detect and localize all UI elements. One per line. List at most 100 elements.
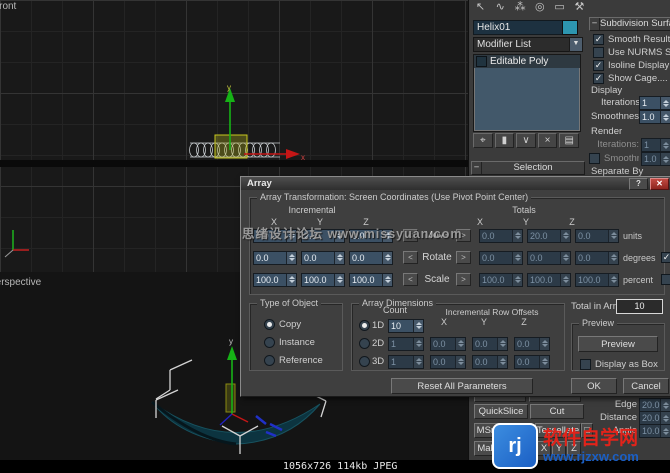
- gizmo-plane-handle[interactable]: [214, 134, 248, 159]
- move-tot-y-field: 20.0: [527, 228, 571, 243]
- reference-radio[interactable]: [264, 354, 275, 366]
- scale-label: Scale: [424, 274, 450, 285]
- display-smoothness-label: Smoothness:: [591, 111, 647, 122]
- selection-rollout-header[interactable]: − Selection: [471, 161, 585, 175]
- smooth-result-checkbox[interactable]: ✓: [593, 33, 604, 45]
- object-color-swatch[interactable]: [562, 20, 578, 35]
- site-name: 软件自学网: [543, 428, 639, 449]
- show-cage-row: ✓ Show Cage....: [593, 72, 670, 84]
- modifier-stack[interactable]: Editable Poly: [473, 54, 581, 132]
- scale-inc-z-field[interactable]: 100.0: [349, 272, 393, 287]
- stack-item-label: Editable Poly: [490, 56, 549, 67]
- distance-field[interactable]: 20.0: [639, 411, 670, 425]
- ok-button[interactable]: OK: [571, 378, 617, 394]
- isoline-display-checkbox[interactable]: ✓: [593, 59, 604, 71]
- stack-item-editable-poly[interactable]: Editable Poly: [474, 55, 580, 68]
- remove-modifier-icon[interactable]: ×: [537, 133, 558, 148]
- smooth-result-label: Smooth Result: [608, 33, 670, 45]
- gizmo-plane-handle[interactable]: [225, 383, 236, 413]
- site-logo: rj: [492, 423, 538, 469]
- dialog-title-bar[interactable]: Array ? ✕: [241, 177, 670, 190]
- object-name-field[interactable]: Helix01: [473, 20, 565, 35]
- help-button[interactable]: ?: [629, 177, 648, 190]
- display-smoothness-field[interactable]: 1.0: [639, 110, 670, 124]
- spinner[interactable]: [660, 412, 670, 424]
- motion-tab-icon[interactable]: ◎: [531, 0, 548, 15]
- close-icon[interactable]: ✕: [650, 177, 669, 190]
- preview-group: Preview Preview Display as Box: [571, 318, 665, 371]
- modifier-list-label: Modifier List: [477, 39, 531, 50]
- 1d-count-field[interactable]: 10: [388, 318, 424, 333]
- instance-radio[interactable]: [264, 336, 275, 348]
- chevron-down-icon[interactable]: ▼: [569, 37, 583, 52]
- 2d-radio[interactable]: [359, 338, 370, 349]
- rotate-inc-x-field[interactable]: 0.0: [253, 250, 297, 265]
- helix-mesh: [151, 401, 321, 445]
- collapse-icon[interactable]: −: [472, 162, 482, 174]
- scale-row: 100.0 100.0 100.0 < Scale > 100.0 100.0 …: [253, 272, 670, 287]
- spinner[interactable]: [660, 97, 670, 109]
- use-nurms-checkbox[interactable]: [593, 46, 604, 58]
- display-as-box-checkbox[interactable]: [580, 358, 591, 370]
- collapse-icon[interactable]: −: [590, 18, 600, 30]
- render-smoothness-row: Smoothness:: [589, 152, 639, 164]
- helix-object-front[interactable]: y x: [168, 82, 308, 164]
- offset-y-header: Y: [480, 317, 487, 327]
- make-unique-icon[interactable]: ∨: [516, 133, 536, 148]
- rotate-inc-z-field[interactable]: 0.0: [349, 250, 393, 265]
- offsets-header: Incremental Row Offsets: [445, 307, 539, 317]
- tot-x-header: X: [476, 217, 483, 227]
- spinner[interactable]: [382, 273, 392, 286]
- scale-left-arrow-button[interactable]: <: [403, 273, 418, 286]
- display-iterations-field[interactable]: 1: [639, 96, 670, 110]
- edge-field[interactable]: 20.0: [639, 398, 670, 412]
- spinner[interactable]: [660, 425, 670, 437]
- render-smoothness-checkbox[interactable]: [589, 152, 600, 164]
- modifier-list-dropdown[interactable]: Modifier List ▼: [473, 37, 583, 52]
- configure-modifier-sets-icon[interactable]: ▤: [559, 133, 579, 148]
- cut-button[interactable]: Cut: [530, 404, 584, 419]
- 3d-radio[interactable]: [359, 356, 370, 367]
- spinner: [608, 229, 618, 242]
- pin-stack-icon[interactable]: ⌖: [473, 133, 493, 148]
- utilities-tab-icon[interactable]: ⚒: [571, 0, 588, 15]
- angle-field[interactable]: 10.0: [639, 424, 670, 438]
- 1d-radio[interactable]: [359, 320, 370, 331]
- rotate-left-arrow-button[interactable]: <: [403, 251, 418, 264]
- spinner[interactable]: [286, 273, 296, 286]
- subdivision-surface-rollout-header[interactable]: − Subdivision Surface: [589, 17, 670, 31]
- rotate-inc-y-field[interactable]: 0.0: [301, 250, 345, 265]
- uniform-checkbox[interactable]: [661, 274, 670, 285]
- dialog-title: Array: [247, 178, 272, 189]
- quickslice-button[interactable]: QuickSlice: [474, 404, 528, 419]
- reset-all-parameters-button[interactable]: Reset All Parameters: [391, 378, 533, 394]
- spinner[interactable]: [334, 273, 344, 286]
- rotate-right-arrow-button[interactable]: >: [456, 251, 471, 264]
- hierarchy-tab-icon[interactable]: ⁂: [512, 0, 529, 15]
- selection-rollout-label: Selection: [513, 162, 553, 173]
- display-tab-icon[interactable]: ▭: [551, 0, 568, 15]
- array-dialog: Array ? ✕ Array Transformation: Screen C…: [240, 176, 670, 397]
- scale-inc-x-field[interactable]: 100.0: [253, 272, 297, 287]
- copy-radio[interactable]: [264, 318, 275, 330]
- spinner[interactable]: [286, 251, 296, 264]
- spinner: [455, 355, 465, 368]
- scale-right-arrow-button[interactable]: >: [456, 273, 471, 286]
- move-unit-label: units: [623, 230, 643, 241]
- scale-inc-y-field[interactable]: 100.0: [301, 272, 345, 287]
- spinner[interactable]: [334, 251, 344, 264]
- show-end-result-icon[interactable]: ▮: [494, 133, 515, 148]
- preview-button[interactable]: Preview: [578, 336, 658, 352]
- scale-tot-x-field: 100.0: [479, 272, 523, 287]
- cancel-button[interactable]: Cancel: [623, 378, 669, 394]
- spinner[interactable]: [413, 319, 423, 332]
- create-tab-icon[interactable]: ↖: [472, 0, 489, 15]
- modify-tab-icon[interactable]: ∿: [492, 0, 509, 15]
- spinner[interactable]: [382, 251, 392, 264]
- reorient-checkbox[interactable]: ✓: [661, 252, 670, 263]
- spinner: [560, 251, 570, 264]
- move-tot-x-field: 0.0: [479, 228, 523, 243]
- show-cage-checkbox[interactable]: ✓: [593, 72, 604, 84]
- spinner[interactable]: [660, 399, 670, 411]
- spinner[interactable]: [660, 111, 670, 123]
